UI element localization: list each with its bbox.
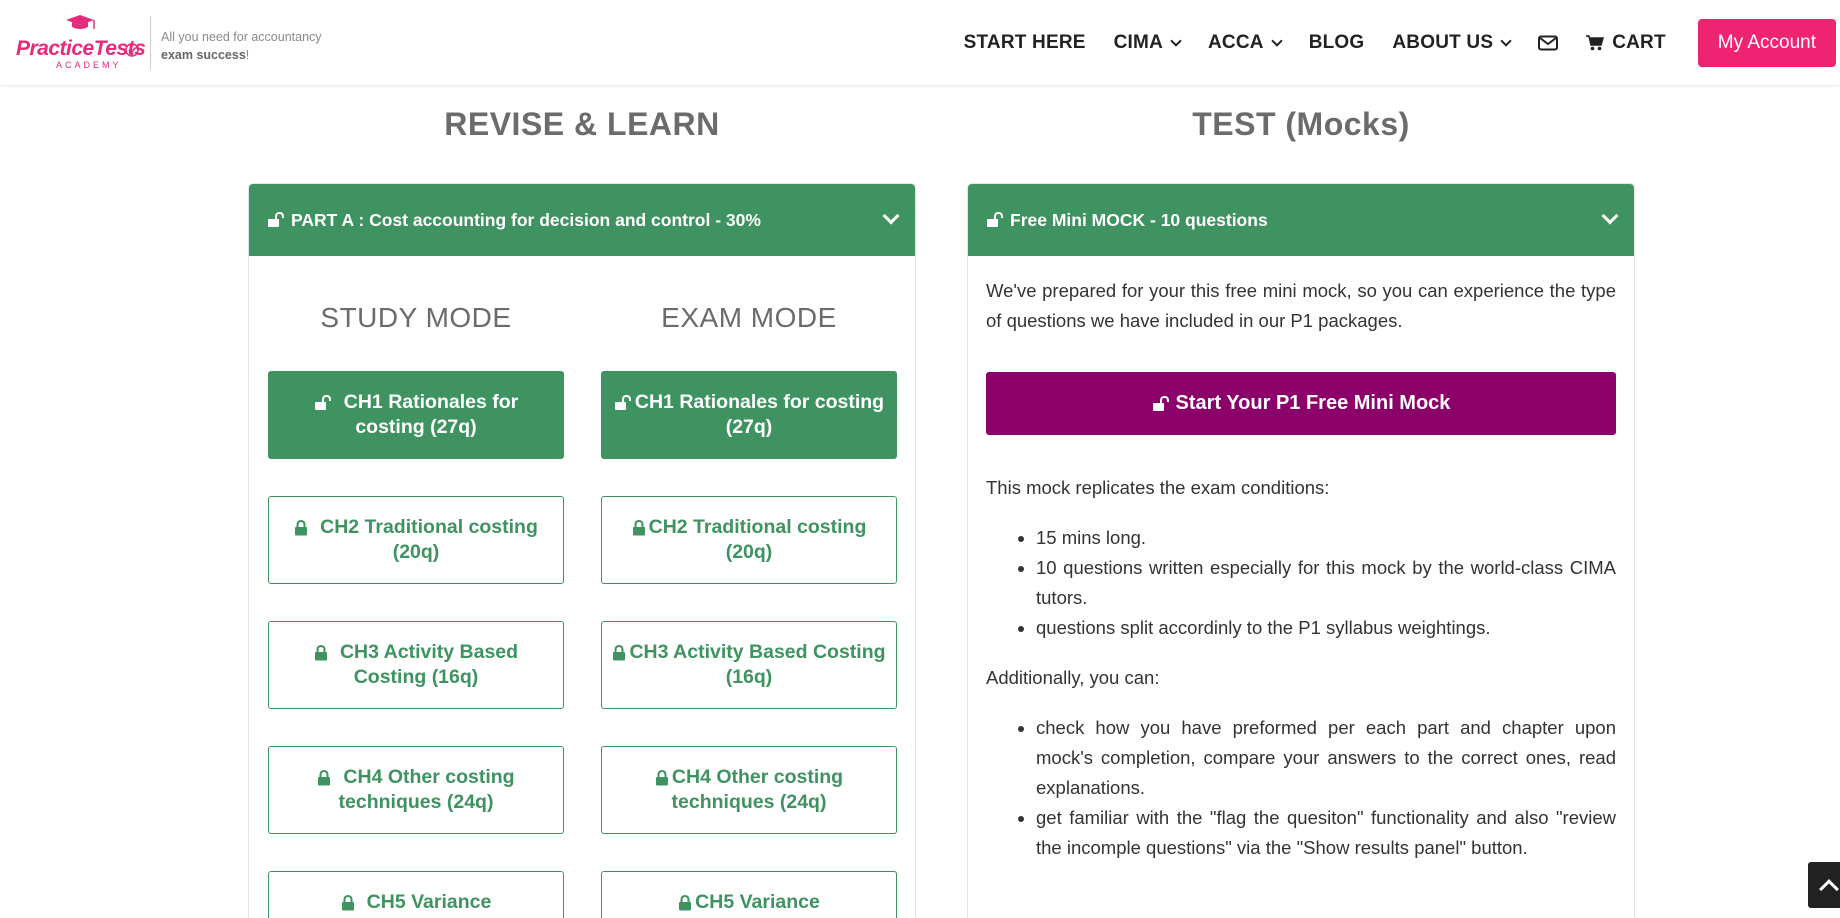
list-item: 15 mins long.	[1036, 523, 1616, 553]
lock-icon	[613, 644, 626, 661]
nav-cart-label: CART	[1612, 32, 1666, 53]
chevron-down-icon	[1170, 34, 1182, 47]
exam-ch2-button[interactable]: CH2 Traditional costing (20q)	[601, 496, 897, 584]
exam-ch3-button[interactable]: CH3 Activity Based Costing (16q)	[601, 621, 897, 709]
study-ch3-button[interactable]: CH3 Activity Based Costing (16q)	[268, 621, 564, 709]
nav-start-here-label: START HERE	[963, 32, 1086, 53]
nav-about-us-label: ABOUT US	[1392, 32, 1494, 53]
additionally-text: Additionally, you can:	[986, 667, 1160, 688]
unlock-icon	[268, 212, 284, 227]
logo-wordmark: PracticeTests	[16, 37, 146, 60]
conditions-list: 15 mins long. 10 questions written espec…	[1036, 523, 1616, 643]
study-ch5-button[interactable]: CH5 Variance	[268, 871, 564, 918]
chapter-label: CH1 Rationales for costing (27q)	[279, 390, 553, 440]
list-item: questions split accordinly to the P1 syl…	[1036, 613, 1616, 643]
chapter-label: CH5 Variance	[678, 890, 820, 915]
part-a-title: PART A : Cost accounting for decision an…	[291, 209, 761, 230]
study-ch2-button[interactable]: CH2 Traditional costing (20q)	[268, 496, 564, 584]
chapter-label: CH1 Rationales for costing (27q)	[612, 390, 886, 440]
list-item: check how you have preformed per each pa…	[1036, 713, 1616, 803]
study-mode-heading: STUDY MODE	[320, 302, 512, 333]
list-item: get familiar with the "flag the quesiton…	[1036, 803, 1616, 863]
lock-icon	[314, 644, 327, 661]
mini-mock-title: Free Mini MOCK - 10 questions	[1010, 209, 1268, 230]
mock-intro-text: We've prepared for your this free mini m…	[986, 280, 1616, 331]
nav-cima-label: CIMA	[1113, 32, 1163, 53]
lock-icon	[679, 894, 692, 911]
chevron-down-icon	[882, 207, 900, 225]
nav-cart[interactable]: CART	[1586, 32, 1666, 54]
nav-contact[interactable]	[1538, 35, 1559, 51]
site-header: PracticeTests ACADEMY All you need for a…	[0, 0, 1840, 86]
replicates-text: This mock replicates the exam conditions…	[986, 477, 1330, 498]
start-free-mock-label: Start Your P1 Free Mini Mock	[1175, 392, 1451, 414]
list-item: 10 questions written especially for this…	[1036, 553, 1616, 613]
chevron-down-icon	[1500, 34, 1512, 47]
exam-ch1-button[interactable]: CH1 Rationales for costing (27q)	[601, 371, 897, 459]
nav-cima[interactable]: CIMA	[1113, 32, 1182, 54]
unlock-icon	[987, 212, 1003, 227]
logo-academy: ACADEMY	[56, 60, 122, 70]
chapter-label: CH5 Variance	[341, 890, 491, 915]
chapter-label: CH4 Other costing techniques (24q)	[279, 765, 553, 815]
site-logo[interactable]: PracticeTests ACADEMY All you need for a…	[14, 14, 334, 74]
start-free-mock-button[interactable]: Start Your P1 Free Mini Mock	[986, 372, 1616, 435]
chevron-down-icon	[1271, 34, 1283, 47]
revise-learn-heading: REVISE & LEARN	[444, 106, 720, 142]
nav-start-here[interactable]: START HERE	[964, 32, 1086, 54]
test-mocks-heading: TEST (Mocks)	[1192, 106, 1410, 142]
chapter-label: CH3 Activity Based Costing (16q)	[612, 640, 886, 690]
nav-acca-label: ACCA	[1208, 32, 1264, 53]
study-ch1-button[interactable]: CH1 Rationales for costing (27q)	[268, 371, 564, 459]
envelope-icon	[1538, 35, 1559, 51]
study-ch4-button[interactable]: CH4 Other costing techniques (24q)	[268, 746, 564, 834]
chevron-up-icon	[1819, 879, 1839, 899]
unlock-icon	[1152, 395, 1169, 411]
chapter-label: CH2 Traditional costing (20q)	[279, 515, 553, 565]
lock-icon	[318, 769, 331, 786]
chapter-label: CH3 Activity Based Costing (16q)	[279, 640, 553, 690]
lock-icon	[295, 519, 308, 536]
chapter-label: CH4 Other costing techniques (24q)	[612, 765, 886, 815]
lock-icon	[655, 769, 668, 786]
chapter-label: CH2 Traditional costing (20q)	[612, 515, 886, 565]
exam-ch4-button[interactable]: CH4 Other costing techniques (24q)	[601, 746, 897, 834]
exam-mode-heading: EXAM MODE	[661, 302, 837, 333]
cart-icon	[1586, 35, 1605, 51]
main-nav: START HERE CIMA ACCA BLOG ABOUT US CART …	[936, 0, 1840, 86]
logo-divider	[150, 16, 151, 70]
mini-mock-accordion-header[interactable]: Free Mini MOCK - 10 questions	[968, 184, 1634, 256]
nav-blog[interactable]: BLOG	[1309, 32, 1365, 54]
scroll-to-top-button[interactable]	[1808, 862, 1840, 908]
logo-tagline: All you need for accountancy exam success…	[161, 30, 322, 62]
lock-icon	[632, 519, 645, 536]
my-account-button[interactable]: My Account	[1697, 19, 1836, 67]
unlock-icon	[614, 394, 631, 410]
unlock-icon	[314, 394, 331, 410]
nav-about-us[interactable]: ABOUT US	[1392, 32, 1512, 54]
nav-blog-label: BLOG	[1308, 32, 1365, 53]
chevron-down-icon	[1601, 207, 1619, 225]
nav-acca[interactable]: ACCA	[1208, 32, 1283, 54]
part-a-accordion-header[interactable]: PART A : Cost accounting for decision an…	[249, 184, 915, 256]
exam-ch5-button[interactable]: CH5 Variance	[601, 871, 897, 918]
extras-list: check how you have preformed per each pa…	[1036, 713, 1616, 863]
lock-icon	[341, 894, 354, 911]
